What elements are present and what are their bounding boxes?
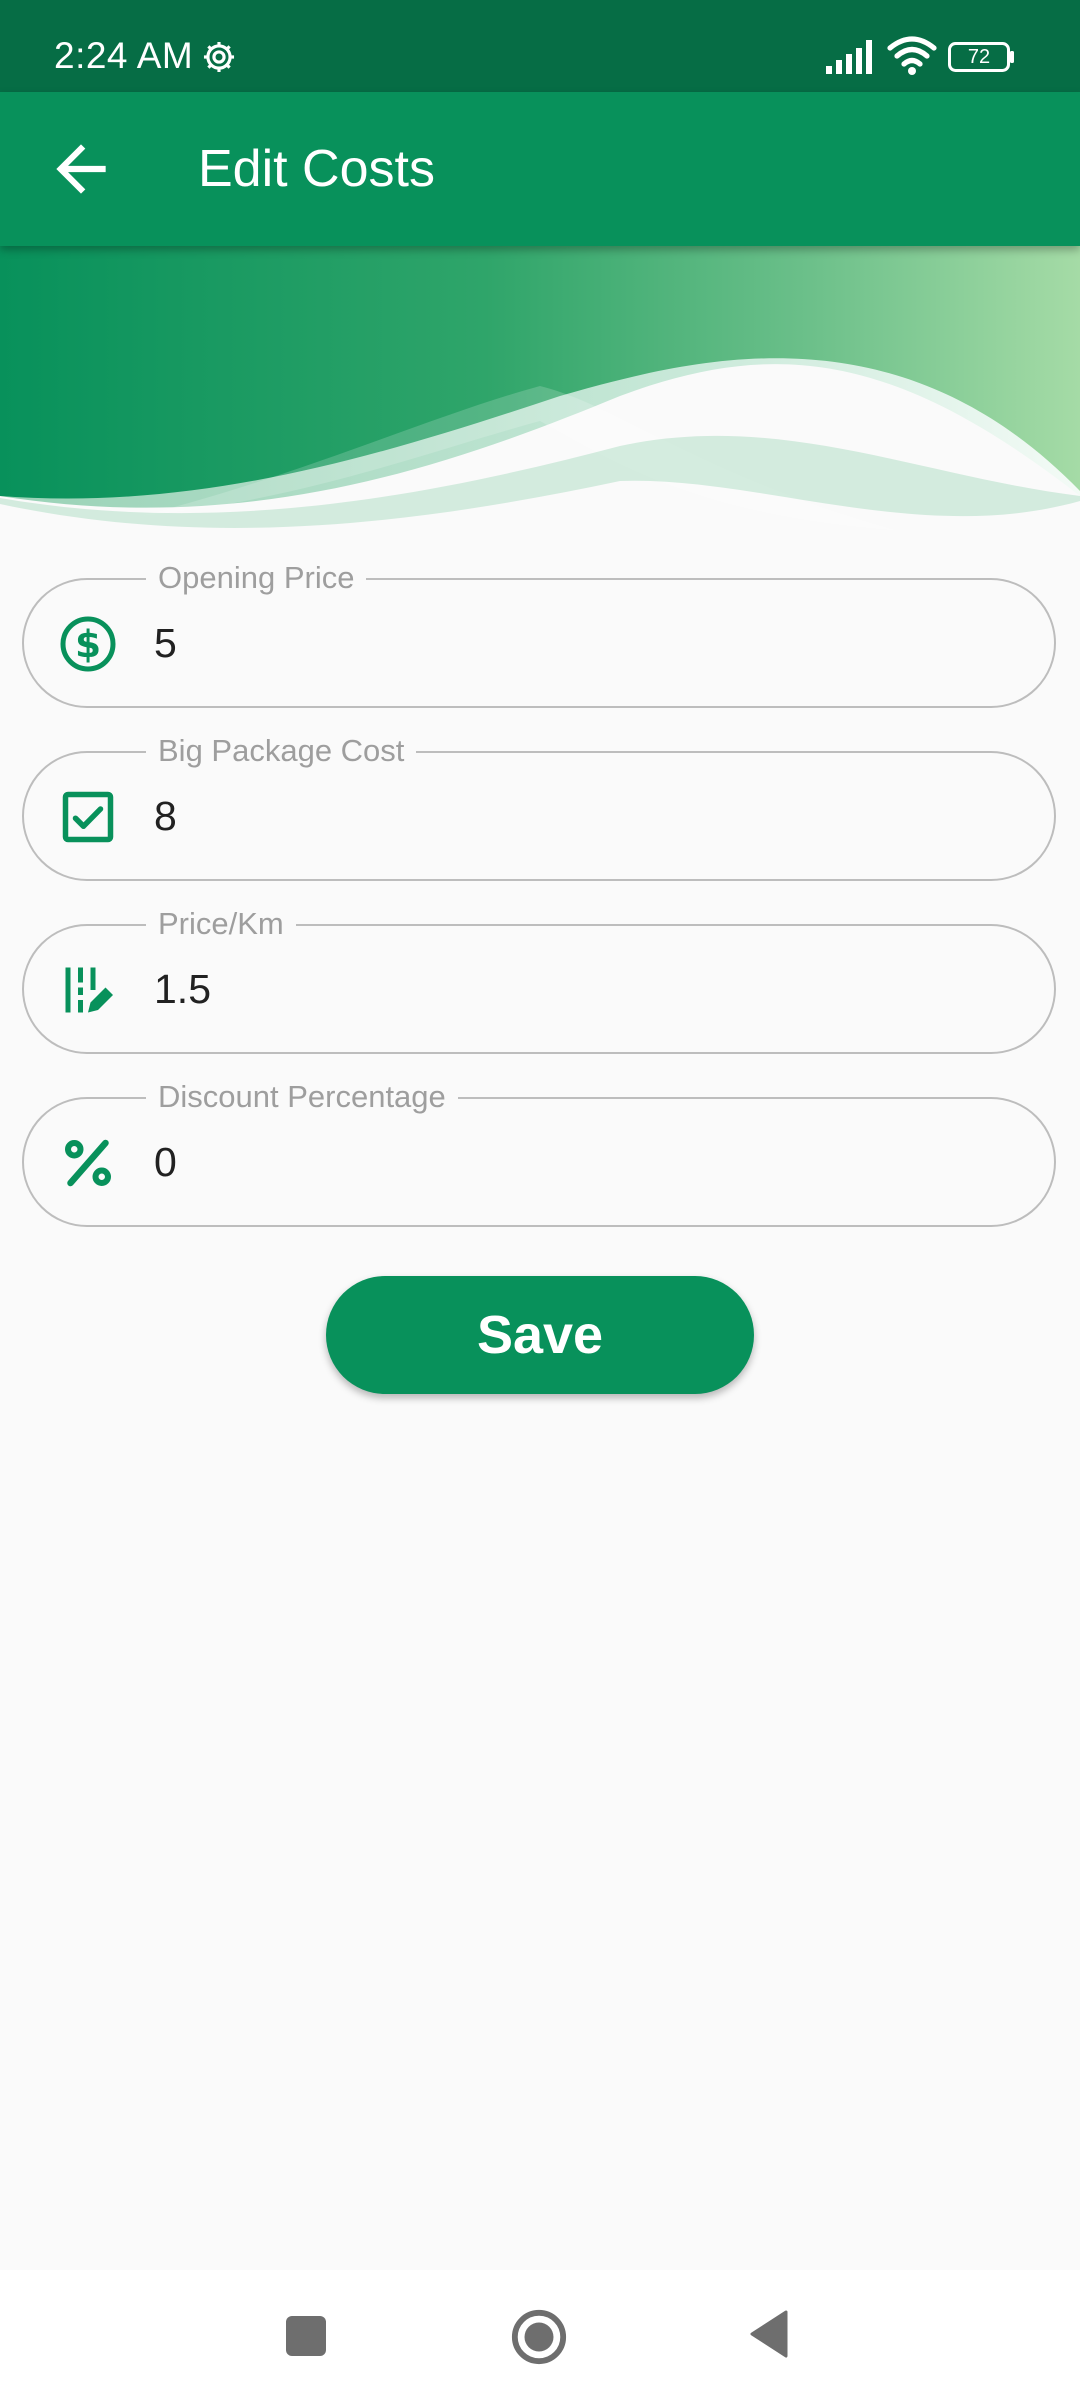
checkbox-checked-icon	[62, 791, 114, 843]
settings-gear-icon	[203, 41, 235, 73]
navigation-bar	[0, 2270, 1080, 2400]
cell-signal-icon	[826, 40, 872, 74]
price-per-km-field[interactable]: Price/Km	[22, 904, 1056, 1054]
dollar-circle-icon: $	[60, 616, 116, 672]
price-per-km-input[interactable]	[154, 954, 1014, 1024]
wifi-icon	[887, 36, 937, 75]
save-button[interactable]: Save	[326, 1276, 754, 1394]
opening-price-input[interactable]	[154, 608, 1014, 678]
status-time: 2:24 AM	[54, 35, 194, 76]
discount-percentage-label: Discount Percentage	[146, 1077, 458, 1117]
status-bar: 2:24 AM 72	[0, 0, 1080, 92]
battery-level: 72	[967, 46, 991, 68]
svg-text:$: $	[75, 622, 101, 666]
recents-square-icon[interactable]	[286, 2316, 326, 2356]
opening-price-field[interactable]: Opening Price $	[22, 558, 1056, 708]
battery-icon: 72	[948, 42, 1016, 72]
big-package-cost-field[interactable]: Big Package Cost	[22, 731, 1056, 881]
header-wave	[0, 246, 1080, 546]
opening-price-label: Opening Price	[146, 558, 367, 598]
arrow-left-icon[interactable]	[44, 132, 118, 206]
home-circle-icon[interactable]	[510, 2308, 568, 2366]
discount-percentage-input[interactable]	[154, 1127, 1014, 1197]
discount-percentage-field[interactable]: Discount Percentage	[22, 1077, 1056, 1227]
big-package-cost-input[interactable]	[154, 781, 1014, 851]
big-package-cost-label: Big Package Cost	[146, 731, 417, 771]
page-title: Edit Costs	[198, 140, 435, 198]
ruler-edit-icon	[65, 967, 113, 1013]
price-per-km-label: Price/Km	[146, 904, 296, 944]
back-triangle-icon[interactable]	[750, 2310, 790, 2358]
percent-icon	[65, 1139, 111, 1187]
app-bar: Edit Costs	[0, 92, 1080, 246]
